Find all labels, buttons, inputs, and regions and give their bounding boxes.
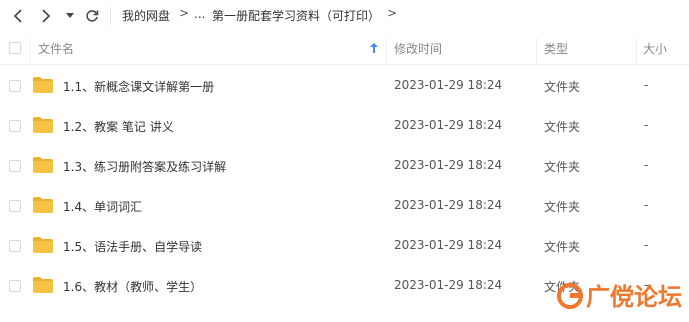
table-row[interactable]: 1.3、练习册附答案及练习详解 2023-01-29 18:24 文件夹 -: [0, 146, 689, 186]
file-size: -: [644, 118, 649, 132]
arrow-up-icon[interactable]: [370, 43, 378, 53]
file-size: -: [644, 198, 649, 212]
table-row[interactable]: 1.4、单词词汇 2023-01-29 18:24 文件夹 -: [0, 186, 689, 226]
column-divider: [30, 38, 31, 64]
column-divider: [536, 38, 537, 64]
folder-icon: [33, 197, 53, 213]
row-checkbox[interactable]: [9, 80, 21, 92]
modified-time: 2023-01-29 18:24: [394, 78, 503, 92]
breadcrumb-separator: >: [179, 6, 190, 20]
file-type: 文件夹: [544, 80, 581, 94]
folder-icon: [33, 117, 53, 133]
chevron-right-icon: [42, 9, 51, 23]
caret-down-icon: [66, 13, 74, 18]
row-checkbox[interactable]: [9, 280, 21, 292]
refresh-button[interactable]: [82, 6, 102, 26]
modified-time: 2023-01-29 18:24: [394, 118, 503, 132]
select-all-checkbox[interactable]: [9, 42, 21, 54]
forward-button[interactable]: [36, 6, 56, 26]
file-name[interactable]: 1.5、语法手册、自学导读: [63, 238, 202, 255]
modified-time: 2023-01-29 18:24: [394, 198, 503, 212]
file-name[interactable]: 1.3、练习册附答案及练习详解: [63, 158, 226, 175]
folder-icon: [33, 77, 53, 93]
file-type: 文件夹: [544, 120, 581, 134]
breadcrumb-root[interactable]: 我的网盘: [122, 7, 170, 24]
column-header-type[interactable]: 类型: [544, 40, 568, 57]
modified-time: 2023-01-29 18:24: [394, 238, 503, 252]
toolbar: 我的网盘 > ... 第一册配套学习资料（可打印） >: [0, 0, 689, 32]
column-divider: [636, 38, 637, 64]
file-type: 文件夹: [544, 200, 581, 214]
history-dropdown-button[interactable]: [63, 6, 77, 26]
table-row[interactable]: 1.2、教案 笔记 讲义 2023-01-29 18:24 文件夹 -: [0, 106, 689, 146]
modified-time: 2023-01-29 18:24: [394, 278, 503, 292]
watermark-logo: 广傥论坛: [557, 283, 682, 311]
folder-icon: [33, 277, 53, 293]
toolbar-divider: [110, 7, 111, 25]
row-checkbox[interactable]: [9, 200, 21, 212]
svg-text:广傥论坛: 广傥论坛: [586, 283, 682, 311]
breadcrumb-separator: >: [387, 6, 398, 20]
refresh-icon: [86, 10, 99, 22]
row-checkbox[interactable]: [9, 240, 21, 252]
file-name[interactable]: 1.1、新概念课文详解第一册: [63, 78, 214, 95]
chevron-left-icon: [13, 9, 22, 23]
table-row[interactable]: 1.5、语法手册、自学导读 2023-01-29 18:24 文件夹 -: [0, 226, 689, 266]
breadcrumb-ellipsis[interactable]: ...: [194, 7, 205, 21]
file-size: -: [644, 238, 649, 252]
column-header-name[interactable]: 文件名: [38, 40, 74, 57]
table-row[interactable]: 1.1、新概念课文详解第一册 2023-01-29 18:24 文件夹 -: [0, 66, 689, 106]
breadcrumb-current[interactable]: 第一册配套学习资料（可打印）: [212, 7, 380, 24]
folder-icon: [33, 157, 53, 173]
column-header-modified[interactable]: 修改时间: [394, 40, 442, 57]
row-checkbox[interactable]: [9, 160, 21, 172]
column-divider: [386, 38, 387, 64]
file-name[interactable]: 1.6、教材（教师、学生）: [63, 278, 202, 295]
file-size: -: [644, 78, 649, 92]
folder-icon: [33, 237, 53, 253]
file-name[interactable]: 1.2、教案 笔记 讲义: [63, 118, 174, 135]
file-name[interactable]: 1.4、单词词汇: [63, 198, 142, 215]
back-button[interactable]: [8, 6, 28, 26]
table-header: [0, 32, 689, 65]
column-header-size[interactable]: 大小: [643, 40, 667, 57]
modified-time: 2023-01-29 18:24: [394, 158, 503, 172]
file-size: -: [644, 158, 649, 172]
row-checkbox[interactable]: [9, 120, 21, 132]
file-type: 文件夹: [544, 240, 581, 254]
file-type: 文件夹: [544, 160, 581, 174]
